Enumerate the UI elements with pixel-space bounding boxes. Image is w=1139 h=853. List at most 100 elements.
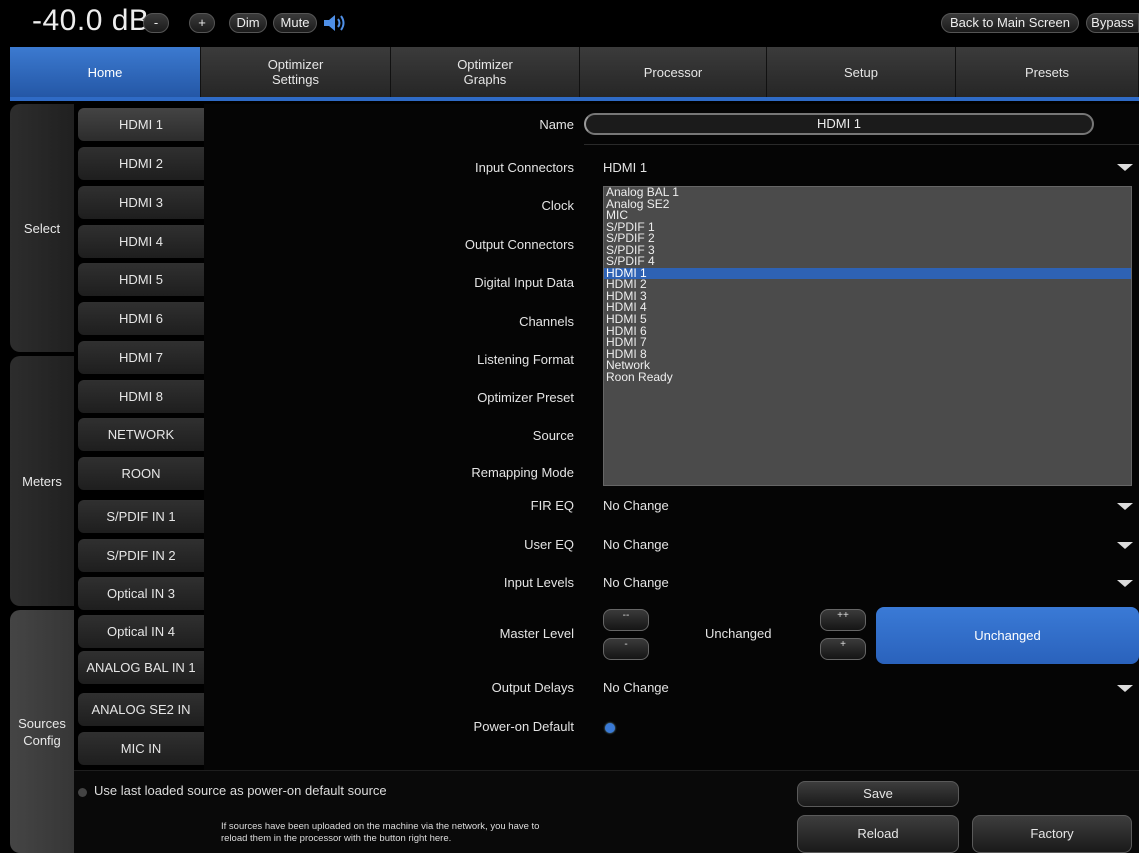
power-on-default-radio[interactable] xyxy=(605,723,615,733)
master-level-down-button[interactable]: - xyxy=(603,638,649,660)
tab-optimizer-settings[interactable]: Optimizer Settings xyxy=(201,47,391,97)
master-level-up-big-button[interactable]: ++ xyxy=(820,609,866,631)
source-item-hdmi8[interactable]: HDMI 8 xyxy=(78,380,204,413)
optimizer-preset-label: Optimizer Preset xyxy=(477,390,574,405)
list-item[interactable]: S/PDIF 3 xyxy=(604,244,1131,257)
save-button[interactable]: Save xyxy=(797,781,959,807)
input-levels-value[interactable]: No Change xyxy=(603,575,669,590)
source-item-network[interactable]: NETWORK xyxy=(78,418,204,451)
tab-underline xyxy=(10,97,1139,101)
tab-optimizer-graphs[interactable]: Optimizer Graphs xyxy=(391,47,580,97)
list-item[interactable]: Analog SE2 xyxy=(604,198,1131,211)
volume-down-button[interactable]: - xyxy=(143,13,169,33)
input-connectors-value[interactable]: HDMI 1 xyxy=(603,160,647,175)
source-item-hdmi2[interactable]: HDMI 2 xyxy=(78,147,204,180)
side-tab-sources-config[interactable]: Sources Config xyxy=(10,610,74,853)
source-item-hdmi6[interactable]: HDMI 6 xyxy=(78,302,204,335)
factory-button[interactable]: Factory xyxy=(972,815,1132,853)
channels-label: Channels xyxy=(519,314,574,329)
name-field[interactable]: HDMI 1 xyxy=(584,113,1094,135)
list-item[interactable]: HDMI 7 xyxy=(604,336,1131,349)
speaker-icon[interactable] xyxy=(321,12,349,34)
bottom-bar: Use last loaded source as power-on defau… xyxy=(74,770,1139,853)
list-item[interactable]: Network xyxy=(604,359,1131,372)
volume-readout: -40.0 dB xyxy=(32,4,150,37)
last-loaded-radio[interactable] xyxy=(78,788,87,797)
source-item-hdmi3[interactable]: HDMI 3 xyxy=(78,186,204,219)
last-loaded-label: Use last loaded source as power-on defau… xyxy=(94,783,387,798)
output-delays-value[interactable]: No Change xyxy=(603,680,669,695)
master-level-unchanged-button[interactable]: Unchanged xyxy=(876,607,1139,664)
reload-note: If sources have been uploaded on the mac… xyxy=(221,821,539,845)
source-item-mic[interactable]: MIC IN xyxy=(78,732,204,765)
list-item[interactable]: HDMI 5 xyxy=(604,313,1131,326)
source-settings-panel: Name HDMI 1 Input Connectors HDMI 1 Cloc… xyxy=(204,104,1139,770)
list-item[interactable]: HDMI 3 xyxy=(604,290,1131,303)
source-item-hdmi7[interactable]: HDMI 7 xyxy=(78,341,204,374)
side-tab-label: Select xyxy=(23,220,61,236)
source-item-analog-bal1[interactable]: ANALOG BAL IN 1 xyxy=(78,651,204,684)
main-tabs: Home Optimizer Settings Optimizer Graphs… xyxy=(10,47,1139,97)
input-connectors-dropdown-list[interactable]: Analog BAL 1 Analog SE2 MIC S/PDIF 1 S/P… xyxy=(603,186,1132,486)
master-level-down-big-button[interactable]: -- xyxy=(603,609,649,631)
list-item[interactable]: Roon Ready xyxy=(604,371,1131,384)
mute-button[interactable]: Mute xyxy=(273,13,317,33)
source-item-hdmi4[interactable]: HDMI 4 xyxy=(78,225,204,258)
tab-label: Optimizer Settings xyxy=(267,57,324,87)
chevron-down-icon[interactable] xyxy=(1117,578,1133,588)
button-label: Unchanged xyxy=(974,628,1041,643)
list-item[interactable]: HDMI 8 xyxy=(604,348,1131,361)
chevron-down-icon[interactable] xyxy=(1117,540,1133,550)
reload-button[interactable]: Reload xyxy=(797,815,959,853)
source-item-analog-se2[interactable]: ANALOG SE2 IN xyxy=(78,693,204,726)
list-item[interactable]: Analog BAL 1 xyxy=(604,186,1131,199)
tab-presets[interactable]: Presets xyxy=(956,47,1139,97)
source-list: HDMI 1 HDMI 2 HDMI 3 HDMI 4 HDMI 5 HDMI … xyxy=(74,104,204,770)
source-item-hdmi1[interactable]: HDMI 1 xyxy=(78,108,204,141)
list-item[interactable]: MIC xyxy=(604,209,1131,222)
tab-home[interactable]: Home xyxy=(10,47,201,97)
tab-label: Setup xyxy=(844,64,878,80)
source-item-hdmi5[interactable]: HDMI 5 xyxy=(78,263,204,296)
user-eq-value[interactable]: No Change xyxy=(603,537,669,552)
master-level-value: Unchanged xyxy=(705,626,772,641)
chevron-down-icon[interactable] xyxy=(1117,162,1133,172)
source-item-roon[interactable]: ROON xyxy=(78,457,204,490)
list-item[interactable]: S/PDIF 4 xyxy=(604,256,1131,268)
tab-setup[interactable]: Setup xyxy=(767,47,956,97)
note-line: If sources have been uploaded on the mac… xyxy=(221,821,540,832)
volume-up-button[interactable]: + xyxy=(189,13,215,33)
note-line: reload them in the processor with the bu… xyxy=(221,833,452,844)
master-level-label: Master Level xyxy=(499,626,574,641)
list-item-selected[interactable]: HDMI 1 xyxy=(604,267,1131,280)
list-item[interactable]: HDMI 6 xyxy=(604,325,1131,338)
side-tab-select[interactable]: Select xyxy=(10,104,74,352)
name-label: Name xyxy=(539,117,574,132)
list-item[interactable]: HDMI 2 xyxy=(604,279,1131,291)
tab-processor[interactable]: Processor xyxy=(580,47,767,97)
source-label: Source xyxy=(532,428,574,443)
chevron-down-icon[interactable] xyxy=(1117,683,1133,693)
input-connectors-label: Input Connectors xyxy=(474,160,574,175)
side-tab-meters[interactable]: Meters xyxy=(10,356,74,606)
power-on-default-label: Power-on Default xyxy=(473,719,574,734)
back-to-main-button[interactable]: Back to Main Screen xyxy=(941,13,1079,33)
tab-label: Optimizer Graphs xyxy=(457,57,513,87)
source-item-optical4[interactable]: Optical IN 4 xyxy=(78,615,204,648)
tab-label: Processor xyxy=(643,64,703,80)
digital-input-data-label: Digital Input Data xyxy=(474,275,574,290)
source-item-spdif2[interactable]: S/PDIF IN 2 xyxy=(78,539,204,572)
listening-format-label: Listening Format xyxy=(477,352,574,367)
dim-button[interactable]: Dim xyxy=(229,13,267,33)
chevron-down-icon[interactable] xyxy=(1117,501,1133,511)
fir-eq-value[interactable]: No Change xyxy=(603,498,669,513)
top-bar: -40.0 dB - + Dim Mute Back to Main Scree… xyxy=(0,0,1139,46)
list-item[interactable]: S/PDIF 1 xyxy=(604,221,1131,234)
list-item[interactable]: HDMI 4 xyxy=(604,302,1131,314)
source-item-spdif1[interactable]: S/PDIF IN 1 xyxy=(78,500,204,533)
bypass-button[interactable]: Bypass xyxy=(1086,13,1139,33)
list-item[interactable]: S/PDIF 2 xyxy=(604,232,1131,245)
source-item-optical3[interactable]: Optical IN 3 xyxy=(78,577,204,610)
master-level-up-button[interactable]: + xyxy=(820,638,866,660)
remapping-mode-label: Remapping Mode xyxy=(471,465,574,480)
